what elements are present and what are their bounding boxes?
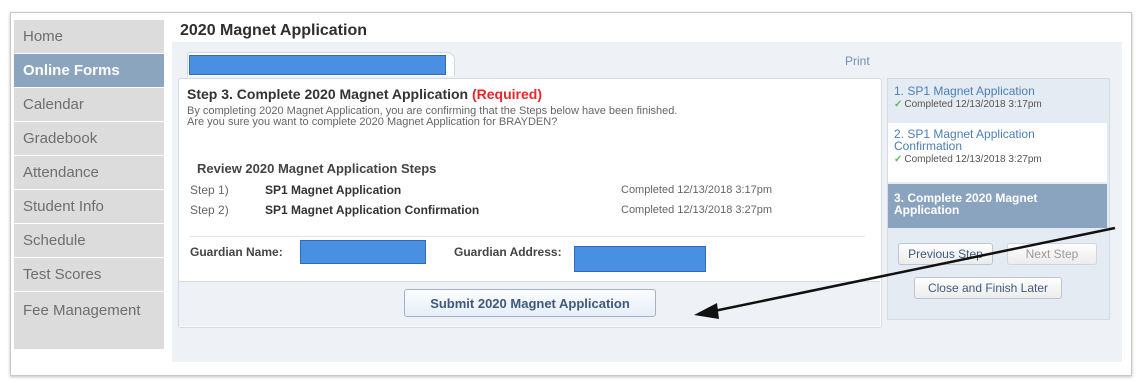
side-step-3[interactable]: 3. Complete 2020 Magnet Application <box>888 184 1107 228</box>
close-and-finish-later-button[interactable]: Close and Finish Later <box>914 277 1062 299</box>
redacted-tab-label <box>189 55 446 75</box>
required-label: (Required) <box>471 86 542 102</box>
side-step-1-completed: ✓ Completed 12/13/2018 3:17pm <box>894 99 1101 110</box>
divider <box>190 236 865 237</box>
review-title: Review 2020 Magnet Application Steps <box>197 161 437 176</box>
side-step-1-completed-text: Completed 12/13/2018 3:17pm <box>904 99 1042 110</box>
side-step-2-title: 2. SP1 Magnet Application Confirmation <box>894 127 1035 153</box>
sidebar-item-gradebook[interactable]: Gradebook <box>14 122 164 156</box>
step-2-label: Step 2) <box>190 203 229 217</box>
step-description: By completing 2020 Magnet Application, y… <box>187 106 677 128</box>
side-step-2-completed: ✓ Completed 12/13/2018 3:27pm <box>894 154 1101 165</box>
sidebar-item-online-forms[interactable]: Online Forms <box>14 54 164 88</box>
sidebar-item-student-info[interactable]: Student Info <box>14 190 164 224</box>
step-2-name: SP1 Magnet Application Confirmation <box>265 203 480 217</box>
step-title: Step 3. Complete 2020 Magnet Application… <box>187 86 542 102</box>
check-icon: ✓ <box>894 154 903 165</box>
check-icon: ✓ <box>894 99 903 110</box>
description-line-2: Are you sure you want to complete 2020 M… <box>187 116 558 128</box>
sidebar-item-fee-management[interactable]: Fee Management <box>14 292 164 350</box>
guardian-address-field[interactable] <box>574 246 706 272</box>
step-1-name: SP1 Magnet Application <box>265 183 402 197</box>
step-1-label: Step 1) <box>190 183 229 197</box>
next-step-button[interactable]: Next Step <box>1007 243 1097 265</box>
step-title-text: Step 3. Complete 2020 Magnet Application <box>187 86 469 102</box>
side-step-2-completed-text: Completed 12/13/2018 3:27pm <box>904 154 1042 165</box>
side-step-2[interactable]: 2. SP1 Magnet Application Confirmation ✓… <box>888 123 1107 182</box>
submit-application-button[interactable]: Submit 2020 Magnet Application <box>404 289 656 317</box>
side-step-1[interactable]: 1. SP1 Magnet Application ✓ Completed 12/… <box>888 80 1107 122</box>
sidebar-item-home[interactable]: Home <box>14 20 164 54</box>
sidebar-nav: Home Online Forms Calendar Gradebook Att… <box>14 20 164 350</box>
side-step-1-title: 1. SP1 Magnet Application <box>894 84 1035 98</box>
guardian-name-label: Guardian Name: <box>190 245 283 259</box>
previous-step-button[interactable]: Previous Step <box>898 243 993 265</box>
sidebar-item-calendar[interactable]: Calendar <box>14 88 164 122</box>
sidebar-item-test-scores[interactable]: Test Scores <box>14 258 164 292</box>
guardian-name-field[interactable] <box>300 240 426 264</box>
sidebar-item-attendance[interactable]: Attendance <box>14 156 164 190</box>
sidebar-item-schedule[interactable]: Schedule <box>14 224 164 258</box>
step-1-status: Completed 12/13/2018 3:17pm <box>621 184 773 196</box>
page-title: 2020 Magnet Application <box>180 22 367 39</box>
guardian-address-label: Guardian Address: <box>454 245 562 259</box>
side-step-3-title: 3. Complete 2020 Magnet Application <box>894 191 1038 217</box>
step-2-status: Completed 12/13/2018 3:27pm <box>621 204 773 216</box>
print-link[interactable]: Print <box>845 54 870 68</box>
